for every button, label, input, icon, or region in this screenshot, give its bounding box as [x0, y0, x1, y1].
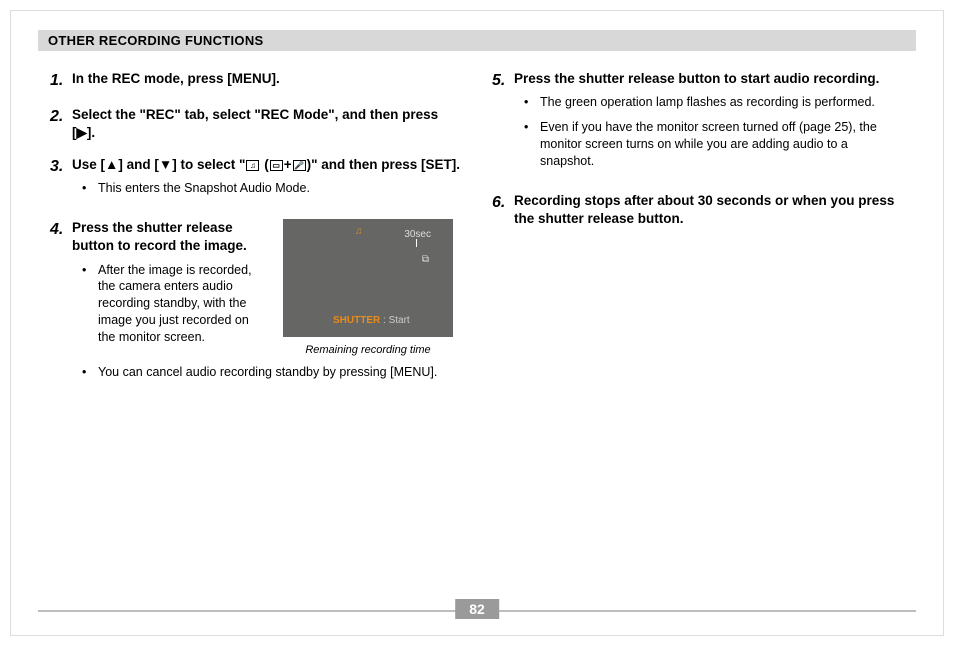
step-4: 4. Press the shutter release button to r…	[50, 219, 462, 389]
snapshot-audio-icon: ♫	[246, 160, 259, 171]
up-arrow-icon: ▲	[105, 157, 118, 172]
page-number: 82	[455, 599, 499, 619]
step-heading-part: ].	[87, 125, 95, 140]
step-heading-part: +	[284, 157, 292, 172]
step-heading-part: )" and then press [SET].	[307, 157, 460, 172]
step-heading-part: Select the "REC" tab, select "REC Mode",…	[72, 107, 438, 140]
bullet-item: This enters the Snapshot Audio Mode.	[82, 180, 462, 197]
left-column: 1. In the REC mode, press [MENU]. 2. Sel…	[50, 70, 462, 403]
microphone-icon: 🎤	[293, 160, 306, 171]
step-1: 1. In the REC mode, press [MENU].	[50, 70, 462, 92]
step-body: Press the shutter release button to reco…	[72, 219, 462, 389]
step-bullets: This enters the Snapshot Audio Mode.	[72, 180, 462, 197]
step-heading-part: Use [	[72, 157, 105, 172]
step-body: Select the "REC" tab, select "REC Mode",…	[72, 106, 462, 142]
start-label: : Start	[380, 315, 409, 326]
step-number: 2.	[50, 106, 72, 142]
step-bullets: The green operation lamp flashes as reco…	[514, 94, 904, 170]
step4-text: Press the shutter release button to reco…	[72, 219, 260, 358]
step-body: Press the shutter release button to star…	[514, 70, 904, 178]
right-arrow-icon: ▶	[77, 125, 87, 140]
lcd-bottom-text: SHUTTER : Start	[333, 314, 410, 328]
bullet-item: You can cancel audio recording standby b…	[82, 364, 462, 381]
step-number: 6.	[492, 192, 514, 228]
section-header: OTHER RECORDING FUNCTIONS	[38, 30, 916, 51]
step-heading: Press the shutter release button to reco…	[72, 219, 260, 255]
mode-icon: ♫	[355, 225, 363, 239]
lcd-figure: ♫ 30sec ⧉ SHUTTER : Start Remaining reco…	[274, 219, 462, 358]
figure-caption: Remaining recording time	[305, 343, 430, 358]
callout-tick	[416, 239, 417, 247]
section-header-text: OTHER RECORDING FUNCTIONS	[48, 33, 264, 48]
step-bullets: After the image is recorded, the camera …	[72, 262, 260, 346]
content-columns: 1. In the REC mode, press [MENU]. 2. Sel…	[50, 70, 904, 403]
bullet-item: Even if you have the monitor screen turn…	[524, 119, 904, 170]
bullet-item: The green operation lamp flashes as reco…	[524, 94, 904, 111]
bullet-item: After the image is recorded, the camera …	[82, 262, 260, 346]
step-number: 3.	[50, 156, 72, 205]
step-body: Use [▲] and [▼] to select "♫ (▭+🎤)" and …	[72, 156, 462, 205]
snapshot-icon: ▭	[270, 160, 283, 171]
shutter-label: SHUTTER	[333, 315, 380, 326]
step-heading-part: (	[260, 157, 268, 172]
step-bullets: You can cancel audio recording standby b…	[72, 364, 462, 381]
step-heading: Press the shutter release button to star…	[514, 71, 879, 86]
step-heading: Select the "REC" tab, select "REC Mode",…	[72, 107, 438, 140]
step-heading: Use [▲] and [▼] to select "♫ (▭+🎤)" and …	[72, 157, 460, 172]
step-heading-part: ] and [	[118, 157, 159, 172]
step-heading: Recording stops after about 30 seconds o…	[514, 193, 894, 226]
step-body: Recording stops after about 30 seconds o…	[514, 192, 904, 228]
lcd-screen: ♫ 30sec ⧉ SHUTTER : Start	[283, 219, 453, 337]
step-number: 1.	[50, 70, 72, 92]
step-2: 2. Select the "REC" tab, select "REC Mod…	[50, 106, 462, 142]
step-heading: In the REC mode, press [MENU].	[72, 71, 280, 86]
step-number: 5.	[492, 70, 514, 178]
step-number: 4.	[50, 219, 72, 389]
step-body: In the REC mode, press [MENU].	[72, 70, 462, 92]
remaining-time-text: 30sec	[404, 228, 431, 242]
step4-flex: Press the shutter release button to reco…	[72, 219, 462, 358]
step-heading-part: ] to select "	[172, 157, 245, 172]
step-3: 3. Use [▲] and [▼] to select "♫ (▭+🎤)" a…	[50, 156, 462, 205]
down-arrow-icon: ▼	[159, 157, 172, 172]
step-6: 6. Recording stops after about 30 second…	[492, 192, 904, 228]
step-5: 5. Press the shutter release button to s…	[492, 70, 904, 178]
memory-icon: ⧉	[422, 253, 429, 267]
right-column: 5. Press the shutter release button to s…	[492, 70, 904, 403]
